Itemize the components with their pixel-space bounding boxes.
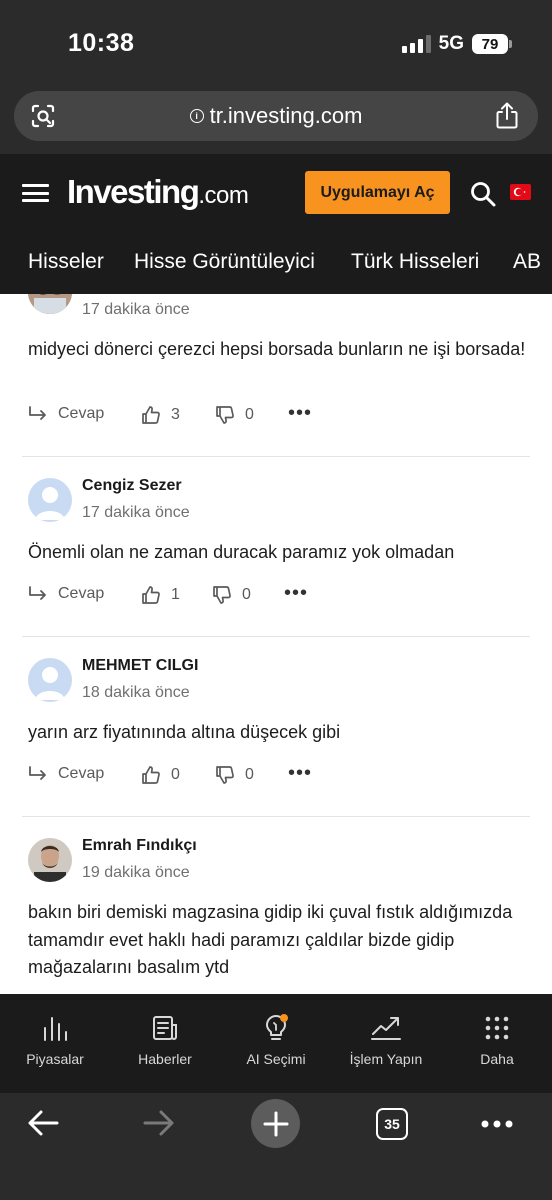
share-icon[interactable]: [494, 102, 520, 130]
dislike-count: 0: [242, 586, 251, 603]
comment-author[interactable]: Cengiz Sezer: [82, 477, 182, 495]
user-avatar[interactable]: [28, 658, 72, 702]
site-info-icon[interactable]: i: [189, 109, 204, 123]
comment-text: midyeci dönerci çerezci hepsi borsada bu…: [28, 339, 526, 359]
url-display[interactable]: i tr.investing.com: [14, 91, 538, 141]
bottom-nav-label: Piyasalar: [26, 1051, 84, 1067]
dislike-button[interactable]: 0: [215, 405, 254, 425]
reply-button[interactable]: Cevap: [28, 405, 104, 423]
bottom-nav-piyasalar[interactable]: Piyasalar: [0, 1014, 110, 1067]
search-icon[interactable]: [470, 181, 496, 207]
comment-time: 18 dakika önce: [82, 684, 190, 701]
comment-time: 19 dakika önce: [82, 864, 190, 881]
like-button[interactable]: 0: [141, 765, 180, 785]
comment-text: Önemli olan ne zaman duracak paramız yok…: [28, 542, 455, 562]
comments-list: 17 dakika önce midyeci dönerci çerezci h…: [0, 294, 552, 994]
open-app-button[interactable]: Uygulamayı Aç: [305, 171, 450, 214]
comment-text: yarın arz fiyatınında altına düşecek gib…: [28, 722, 341, 742]
dislike-button[interactable]: 0: [212, 585, 251, 605]
bottom-nav-ai-secimi[interactable]: AI Seçimi: [221, 1014, 331, 1067]
more-options-icon[interactable]: •••: [288, 402, 312, 425]
back-arrow-icon[interactable]: [26, 1108, 60, 1138]
comment-text: bakın biri demiski magzasina gidip iki ç…: [28, 902, 513, 977]
thumbs-up-icon: [142, 586, 160, 604]
comment-actions: Cevap 1 0 •••: [28, 582, 328, 609]
forward-arrow-icon[interactable]: [142, 1108, 176, 1138]
nav-item-hisse-goruntuleyici[interactable]: Hisse Görüntüleyici: [134, 250, 315, 274]
thumbs-down-icon: [213, 586, 231, 604]
reply-label: Cevap: [58, 765, 105, 782]
status-indicators: 5G 79: [401, 33, 512, 55]
user-avatar[interactable]: [28, 294, 72, 314]
dislike-count: 0: [245, 406, 254, 423]
like-button[interactable]: 1: [141, 585, 180, 605]
category-nav: Hisseler Hisse Görüntüleyici Türk Hissel…: [0, 232, 552, 294]
turkey-flag-icon[interactable]: [510, 184, 531, 200]
nav-item-turk-hisseleri[interactable]: Türk Hisseleri: [351, 250, 479, 274]
lightbulb-icon: [266, 1014, 288, 1040]
bottom-nav-label: İşlem Yapın: [349, 1051, 423, 1067]
news-icon: [153, 1016, 177, 1040]
dislike-button[interactable]: 0: [215, 765, 254, 785]
reply-label: Cevap: [58, 585, 105, 602]
investing-logo[interactable]: Investing .com: [67, 173, 249, 211]
reply-button[interactable]: Cevap: [28, 585, 104, 603]
menu-icon[interactable]: [22, 184, 49, 202]
user-avatar[interactable]: [28, 838, 72, 882]
like-count: 1: [171, 586, 180, 603]
comment-divider: [22, 636, 530, 637]
browser-toolbar: 35: [0, 1093, 552, 1200]
comment-divider: [22, 456, 530, 457]
bar-chart-icon: [44, 1017, 67, 1041]
plus-icon: [263, 1111, 288, 1136]
reply-label: Cevap: [58, 405, 105, 422]
network-label: 5G: [438, 33, 464, 54]
bottom-nav-label: AI Seçimi: [246, 1051, 306, 1067]
more-menu-icon[interactable]: [480, 1119, 514, 1129]
new-tab-button[interactable]: [251, 1099, 300, 1148]
like-button[interactable]: 3: [141, 405, 180, 425]
nav-item-hisseler[interactable]: Hisseler: [28, 250, 104, 274]
site-header: Investing .com Uygulamayı Aç: [0, 154, 552, 232]
comment-time: 17 dakika önce: [82, 301, 190, 318]
thumbs-down-icon: [216, 766, 234, 784]
more-options-icon[interactable]: •••: [284, 582, 308, 605]
bottom-nav-label: Haberler: [138, 1051, 192, 1067]
trend-icon: [371, 1017, 401, 1040]
nav-item-ab[interactable]: AB: [513, 250, 541, 274]
signal-icon: [401, 35, 431, 53]
reply-button[interactable]: Cevap: [28, 765, 104, 783]
like-count: 0: [171, 766, 180, 783]
comment-author[interactable]: MEHMET CILGI: [82, 657, 198, 675]
thumbs-up-icon: [142, 766, 160, 784]
more-options-icon[interactable]: •••: [288, 762, 312, 785]
reply-icon: [29, 406, 46, 420]
bottom-nav-label: Daha: [480, 1051, 514, 1067]
phone-screen: 10:38 5G 79 i tr.investing.com Investing…: [0, 0, 552, 1200]
address-bar[interactable]: i tr.investing.com: [14, 91, 538, 141]
reply-icon: [29, 766, 46, 780]
battery-icon: 79: [472, 34, 512, 54]
comment-time: 17 dakika önce: [82, 504, 190, 521]
comment-divider: [22, 816, 530, 817]
url-text: tr.investing.com: [209, 103, 363, 128]
status-time: 10:38: [68, 29, 135, 57]
reply-icon: [29, 586, 46, 600]
tab-switcher-button[interactable]: 35: [376, 1108, 408, 1140]
like-count: 3: [171, 406, 180, 423]
grid-dots-icon: [485, 1016, 509, 1040]
status-bar: 10:38 5G 79: [0, 0, 552, 88]
app-bottom-nav: Piyasalar Haberler AI Seçimi İşlem Yapın…: [0, 994, 552, 1093]
bottom-nav-islem-yapin[interactable]: İşlem Yapın: [331, 1014, 441, 1067]
bottom-nav-haberler[interactable]: Haberler: [110, 1014, 220, 1067]
thumbs-up-icon: [142, 406, 160, 424]
dislike-count: 0: [245, 766, 254, 783]
comment-actions: Cevap 3 0 •••: [28, 402, 328, 429]
bottom-nav-daha[interactable]: Daha: [442, 1014, 552, 1067]
comment-actions: Cevap 0 0 •••: [28, 762, 328, 789]
user-avatar[interactable]: [28, 478, 72, 522]
thumbs-down-icon: [216, 406, 234, 424]
comment-author[interactable]: Emrah Fındıkçı: [82, 837, 197, 855]
